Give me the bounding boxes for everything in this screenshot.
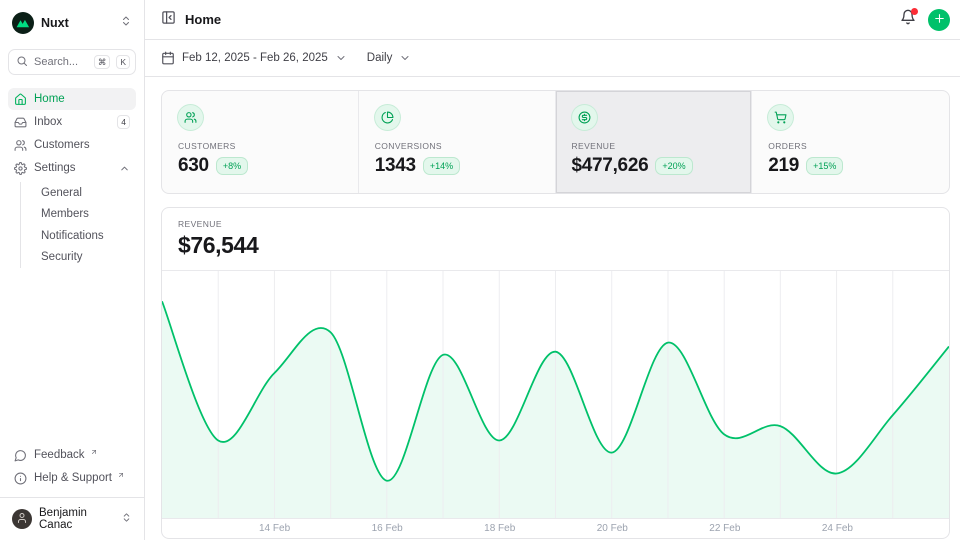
circle-dollar-icon	[572, 105, 597, 130]
sidebar-item-customers[interactable]: Customers	[8, 134, 136, 156]
notifications-button[interactable]	[900, 9, 916, 30]
revenue-chart-card: REVENUE $76,544 14 Feb 16 Feb 18 Feb 20 Feb…	[161, 207, 950, 539]
chart-x-axis: 14 Feb 16 Feb 18 Feb 20 Feb 22 Feb 24 Feb	[162, 519, 949, 538]
main-area: Home Feb 12, 2025 - Feb 26, 2025 Daily	[145, 0, 960, 540]
date-range-value: Feb 12, 2025 - Feb 26, 2025	[182, 52, 328, 64]
workspace-name: Nuxt	[41, 16, 69, 30]
stat-label: REVENUE	[572, 141, 736, 151]
stat-label: CUSTOMERS	[178, 141, 342, 151]
revenue-area-chart	[162, 271, 949, 519]
chevrons-up-down-icon	[121, 512, 132, 526]
stat-value: 1343	[375, 155, 416, 177]
search-placeholder: Search...	[34, 56, 88, 68]
user-menu[interactable]: Benjamin Canac	[8, 498, 136, 534]
sidebar-item-home[interactable]: Home	[8, 88, 136, 110]
stat-card-conversions[interactable]: CONVERSIONS 1343 +14%	[359, 91, 556, 193]
stat-delta-badge: +20%	[656, 158, 691, 174]
kbd-k: K	[116, 55, 130, 69]
topbar: Home	[145, 0, 960, 40]
date-range-picker[interactable]: Feb 12, 2025 - Feb 26, 2025	[161, 51, 347, 65]
stat-card-orders[interactable]: ORDERS 219 +15%	[752, 91, 949, 193]
sidebar-item-label: Inbox	[34, 116, 62, 128]
sidebar-subitem-notifications[interactable]: Notifications	[21, 225, 136, 247]
stats-row: CUSTOMERS 630 +8% CONVERSIONS 1343 +14% REVENU…	[161, 90, 950, 194]
collapse-sidebar-button[interactable]	[161, 10, 176, 30]
filter-toolbar: Feb 12, 2025 - Feb 26, 2025 Daily	[145, 40, 960, 77]
stat-delta-badge: +15%	[807, 158, 842, 174]
message-circle-icon	[14, 449, 27, 462]
user-name: Benjamin Canac	[39, 507, 114, 531]
x-tick-label: 20 Feb	[597, 523, 628, 534]
footer-link-label: Help & Support	[34, 472, 112, 484]
sidebar-nav: Home Inbox 4 Customers Settings GeneralMember…	[8, 88, 136, 270]
users-icon	[178, 105, 203, 130]
x-tick-label: 16 Feb	[372, 523, 403, 534]
calendar-icon	[161, 51, 175, 65]
users-icon	[14, 139, 27, 152]
period-value: Daily	[367, 52, 393, 64]
workspace-switcher[interactable]: Nuxt	[8, 10, 136, 34]
sidebar-sublist-settings: GeneralMembersNotificationsSecurity	[20, 182, 136, 268]
stat-label: CONVERSIONS	[375, 141, 539, 151]
sidebar-item-label: Home	[34, 93, 65, 105]
stat-card-revenue[interactable]: REVENUE $477,626 +20%	[556, 91, 753, 193]
footer-link-label: Feedback	[34, 449, 85, 461]
x-tick-label: 18 Feb	[484, 523, 515, 534]
plus-icon	[933, 12, 946, 28]
x-tick-label: 22 Feb	[709, 523, 740, 534]
page-title: Home	[185, 12, 221, 27]
app-window: Nuxt Search... ⌘ K Home Inbox 4 Customers Se…	[0, 0, 960, 540]
sidebar-item-settings[interactable]: Settings	[8, 157, 136, 179]
kbd-command: ⌘	[94, 55, 111, 69]
sidebar-item-inbox[interactable]: Inbox 4	[8, 111, 136, 133]
search-icon	[16, 55, 28, 70]
sidebar-link-feedback[interactable]: Feedback	[8, 444, 136, 466]
info-icon	[14, 472, 27, 485]
chart-title: REVENUE	[178, 219, 933, 229]
chevron-down-icon	[335, 52, 347, 64]
sidebar-footer: Feedback Help & Support	[8, 444, 136, 489]
stat-value: $477,626	[572, 155, 649, 177]
content: CUSTOMERS 630 +8% CONVERSIONS 1343 +14% REVENU…	[145, 77, 960, 540]
sidebar-link-help-support[interactable]: Help & Support	[8, 467, 136, 489]
stat-value: 630	[178, 155, 209, 177]
settings-icon	[14, 162, 27, 175]
chevron-up-icon	[119, 163, 130, 174]
chart-header: REVENUE $76,544	[162, 208, 949, 271]
chevrons-up-down-icon	[120, 14, 132, 32]
x-tick-label: 14 Feb	[259, 523, 290, 534]
sidebar-item-label: Customers	[34, 139, 90, 151]
chart-plot[interactable]	[162, 271, 949, 519]
stat-delta-badge: +8%	[217, 158, 247, 174]
search-input[interactable]: Search... ⌘ K	[8, 49, 136, 75]
nuxt-logo-icon	[12, 12, 34, 34]
add-button[interactable]	[928, 9, 950, 31]
notification-dot	[911, 8, 918, 15]
arrow-up-right-icon	[90, 448, 98, 456]
sidebar-item-label: Settings	[34, 162, 76, 174]
home-icon	[14, 93, 27, 106]
sidebar: Nuxt Search... ⌘ K Home Inbox 4 Customers Se…	[0, 0, 145, 540]
inbox-icon	[14, 116, 27, 129]
stat-card-customers[interactable]: CUSTOMERS 630 +8%	[162, 91, 359, 193]
panel-left-close-icon	[161, 10, 176, 30]
period-select[interactable]: Daily	[367, 52, 412, 64]
chart-display-value: $76,544	[178, 232, 933, 259]
stat-label: ORDERS	[768, 141, 933, 151]
arrow-up-right-icon	[117, 471, 125, 479]
stat-value: 219	[768, 155, 799, 177]
chevron-down-icon	[399, 52, 411, 64]
pie-chart-icon	[375, 105, 400, 130]
stat-delta-badge: +14%	[424, 158, 459, 174]
sidebar-subitem-general[interactable]: General	[21, 182, 136, 204]
sidebar-subitem-security[interactable]: Security	[21, 247, 136, 269]
avatar	[12, 509, 32, 529]
shopping-cart-icon	[768, 105, 793, 130]
inbox-count-badge: 4	[117, 115, 130, 129]
sidebar-subitem-members[interactable]: Members	[21, 204, 136, 226]
x-tick-label: 24 Feb	[822, 523, 853, 534]
